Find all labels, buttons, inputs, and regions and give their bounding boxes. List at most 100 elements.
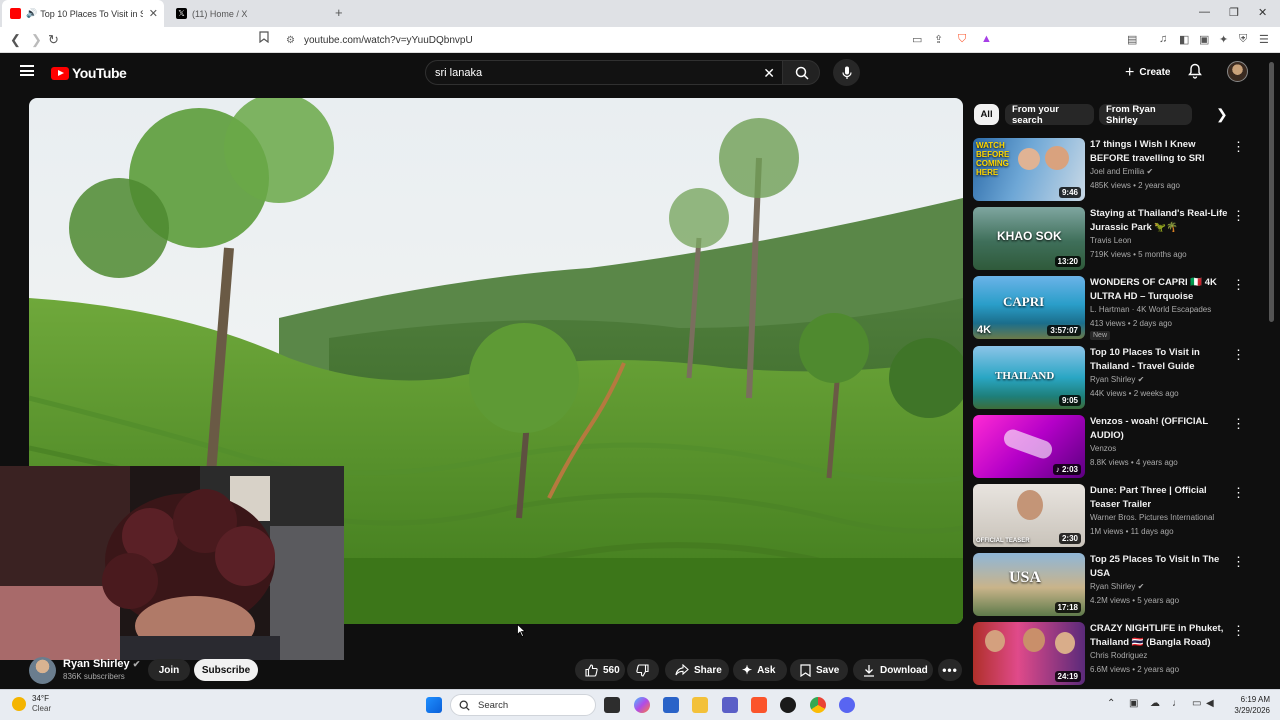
tray-chevron-up-icon[interactable]: ⌃ bbox=[1107, 698, 1115, 709]
create-button[interactable]: + Create bbox=[1115, 60, 1180, 85]
voice-search-button[interactable] bbox=[833, 59, 860, 86]
more-vertical-icon[interactable]: ⋮ bbox=[1232, 140, 1245, 153]
more-actions-button[interactable]: ••• bbox=[938, 659, 962, 681]
chip-all[interactable]: All bbox=[974, 104, 999, 125]
video-title[interactable]: 17 things I Wish I Knew BEFORE travellin… bbox=[1090, 138, 1228, 165]
chips-next-icon[interactable]: ❯ bbox=[1216, 106, 1228, 123]
app-icon[interactable] bbox=[780, 697, 796, 713]
media-icon[interactable]: ♫ bbox=[1159, 33, 1167, 45]
close-tab-icon[interactable]: ✕ bbox=[149, 7, 158, 20]
minimize-icon[interactable]: — bbox=[1199, 6, 1210, 18]
channel-name[interactable]: Travis Leon bbox=[1090, 236, 1132, 245]
browser-tab-x[interactable]: 𝕏 (11) Home / X bbox=[168, 0, 328, 27]
brave-shields-icon[interactable]: ⛉ bbox=[958, 33, 966, 46]
store-icon[interactable] bbox=[663, 697, 679, 713]
video-thumbnail[interactable]: OFFICIAL TEASER 2:30 bbox=[973, 484, 1085, 547]
channel-avatar[interactable] bbox=[29, 657, 56, 684]
channel-name[interactable]: Ryan Shirley ✔ bbox=[63, 658, 140, 670]
share-page-icon[interactable]: ⇪ bbox=[934, 33, 943, 46]
subscribe-button[interactable]: Subscribe bbox=[194, 659, 258, 681]
channel-name[interactable]: Chris Rodriguez bbox=[1090, 651, 1147, 660]
video-thumbnail[interactable]: USA 17:18 bbox=[973, 553, 1085, 616]
video-title[interactable]: Venzos - woah! (OFFICIAL AUDIO) bbox=[1090, 415, 1228, 442]
list-item[interactable]: CAPRI 4K 3:57:07 WONDERS OF CAPRI 🇮🇹 4K … bbox=[973, 276, 1253, 342]
microphone-tray-icon[interactable]: ♩ bbox=[1172, 698, 1182, 709]
search-input[interactable]: sri lanaka ✕ bbox=[425, 60, 783, 85]
list-item[interactable]: 24:19 CRAZY NIGHTLIFE in Phuket, Thailan… bbox=[973, 622, 1253, 688]
channel-name[interactable]: Ryan Shirley ✔ bbox=[1090, 582, 1144, 591]
file-explorer-icon[interactable] bbox=[692, 697, 708, 713]
taskbar-search-input[interactable]: Search bbox=[450, 694, 596, 716]
discord-icon[interactable] bbox=[839, 697, 855, 713]
more-vertical-icon[interactable]: ⋮ bbox=[1232, 278, 1245, 291]
tray-app-icon[interactable]: ▣ bbox=[1129, 698, 1138, 709]
more-vertical-icon[interactable]: ⋮ bbox=[1232, 486, 1245, 499]
video-thumbnail[interactable]: 24:19 bbox=[973, 622, 1085, 685]
tab-search-icon[interactable]: ▤ bbox=[1127, 33, 1137, 46]
more-vertical-icon[interactable]: ⋮ bbox=[1232, 209, 1245, 222]
browser-tab-youtube[interactable]: 🔊 Top 10 Places To Visit in Sri La ✕ bbox=[2, 0, 164, 27]
video-thumbnail[interactable]: THAILAND 9:05 bbox=[973, 346, 1085, 409]
youtube-logo[interactable]: YouTube bbox=[51, 65, 127, 81]
restore-icon[interactable]: ❐ bbox=[1229, 6, 1239, 19]
wallet-icon[interactable]: ▣ bbox=[1199, 33, 1209, 46]
like-button[interactable]: 560 bbox=[575, 659, 625, 681]
notifications-button[interactable] bbox=[1188, 63, 1202, 84]
task-view-icon[interactable] bbox=[604, 697, 620, 713]
brave-browser-icon[interactable] bbox=[751, 697, 767, 713]
close-window-icon[interactable]: ✕ bbox=[1258, 6, 1267, 19]
start-windows-icon[interactable] bbox=[426, 697, 442, 713]
list-item[interactable]: OFFICIAL TEASER 2:30 Dune: Part Three | … bbox=[973, 484, 1253, 550]
save-button[interactable]: Save bbox=[790, 659, 848, 681]
join-button[interactable]: Join bbox=[148, 659, 190, 681]
channel-name[interactable]: Warner Bros. Pictures International bbox=[1090, 513, 1214, 522]
more-vertical-icon[interactable]: ⋮ bbox=[1232, 348, 1245, 361]
list-item[interactable]: KHAO SOK 13:20 Staying at Thailand's Rea… bbox=[973, 207, 1253, 273]
url-field[interactable]: ⚙ youtube.com/watch?v=yYuuDQbnvpU bbox=[278, 30, 998, 50]
page-scrollbar[interactable] bbox=[1269, 62, 1274, 322]
channel-name[interactable]: L. Hartman · 4K World Escapades bbox=[1090, 305, 1211, 314]
account-avatar[interactable] bbox=[1227, 61, 1248, 82]
onedrive-icon[interactable]: ☁ bbox=[1150, 698, 1160, 709]
video-thumbnail[interactable]: KHAO SOK 13:20 bbox=[973, 207, 1085, 270]
vpn-icon[interactable]: ⛨ bbox=[1239, 33, 1247, 46]
cast-icon[interactable]: ▭ bbox=[912, 33, 922, 46]
video-title[interactable]: WONDERS OF CAPRI 🇮🇹 4K ULTRA HD – Turquo… bbox=[1090, 276, 1228, 303]
network-icon[interactable]: ▭ bbox=[1192, 698, 1201, 709]
video-thumbnail[interactable]: CAPRI 4K 3:57:07 bbox=[973, 276, 1085, 339]
channel-name[interactable]: Ryan Shirley ✔ bbox=[1090, 375, 1144, 384]
list-item[interactable]: USA 17:18 Top 25 Places To Visit In The … bbox=[973, 553, 1253, 619]
leo-ai-icon[interactable]: ✦ bbox=[1219, 33, 1228, 46]
clear-search-icon[interactable]: ✕ bbox=[763, 65, 775, 82]
video-title[interactable]: Top 10 Places To Visit in Thailand - Tra… bbox=[1090, 346, 1228, 373]
list-item[interactable]: ♪ 2:03 Venzos - woah! (OFFICIAL AUDIO) V… bbox=[973, 415, 1253, 481]
video-thumbnail[interactable]: ♪ 2:03 bbox=[973, 415, 1085, 478]
ask-button[interactable]: ✦ Ask bbox=[733, 659, 787, 681]
video-title[interactable]: Staying at Thailand's Real-Life Jurassic… bbox=[1090, 207, 1228, 234]
sidebar-icon[interactable]: ◧ bbox=[1179, 33, 1189, 46]
channel-name[interactable]: Venzos bbox=[1090, 444, 1116, 453]
bookmark-icon[interactable] bbox=[259, 31, 269, 46]
dislike-button[interactable] bbox=[627, 659, 659, 681]
menu-icon[interactable]: ☰ bbox=[1259, 33, 1269, 46]
new-tab-icon[interactable]: + bbox=[335, 5, 343, 20]
hamburger-menu-icon[interactable] bbox=[20, 65, 34, 76]
search-button[interactable] bbox=[782, 60, 820, 85]
list-item[interactable]: WATCH BEFORE COMING HERE 9:46 17 things … bbox=[973, 138, 1253, 204]
more-vertical-icon[interactable]: ⋮ bbox=[1232, 624, 1245, 637]
taskbar-clock[interactable]: 6:19 AM 3/29/2026 bbox=[1210, 694, 1270, 716]
teams-icon[interactable] bbox=[722, 697, 738, 713]
more-vertical-icon[interactable]: ⋮ bbox=[1232, 417, 1245, 430]
site-settings-icon[interactable]: ⚙ bbox=[286, 35, 296, 46]
brave-rewards-icon[interactable]: ▲ bbox=[981, 33, 992, 45]
more-vertical-icon[interactable]: ⋮ bbox=[1232, 555, 1245, 568]
chip-from-your-search[interactable]: From your search bbox=[1005, 104, 1094, 126]
forward-icon[interactable]: ❯ bbox=[31, 32, 42, 48]
video-title[interactable]: Dune: Part Three | Official Teaser Trail… bbox=[1090, 484, 1228, 511]
share-button[interactable]: Share bbox=[665, 659, 729, 681]
weather-widget[interactable]: 34°F Clear bbox=[12, 694, 51, 714]
video-title[interactable]: CRAZY NIGHTLIFE in Phuket, Thailand 🇹🇭 (… bbox=[1090, 622, 1228, 649]
video-thumbnail[interactable]: WATCH BEFORE COMING HERE 9:46 bbox=[973, 138, 1085, 201]
copilot-icon[interactable] bbox=[634, 697, 650, 713]
list-item[interactable]: THAILAND 9:05 Top 10 Places To Visit in … bbox=[973, 346, 1253, 412]
